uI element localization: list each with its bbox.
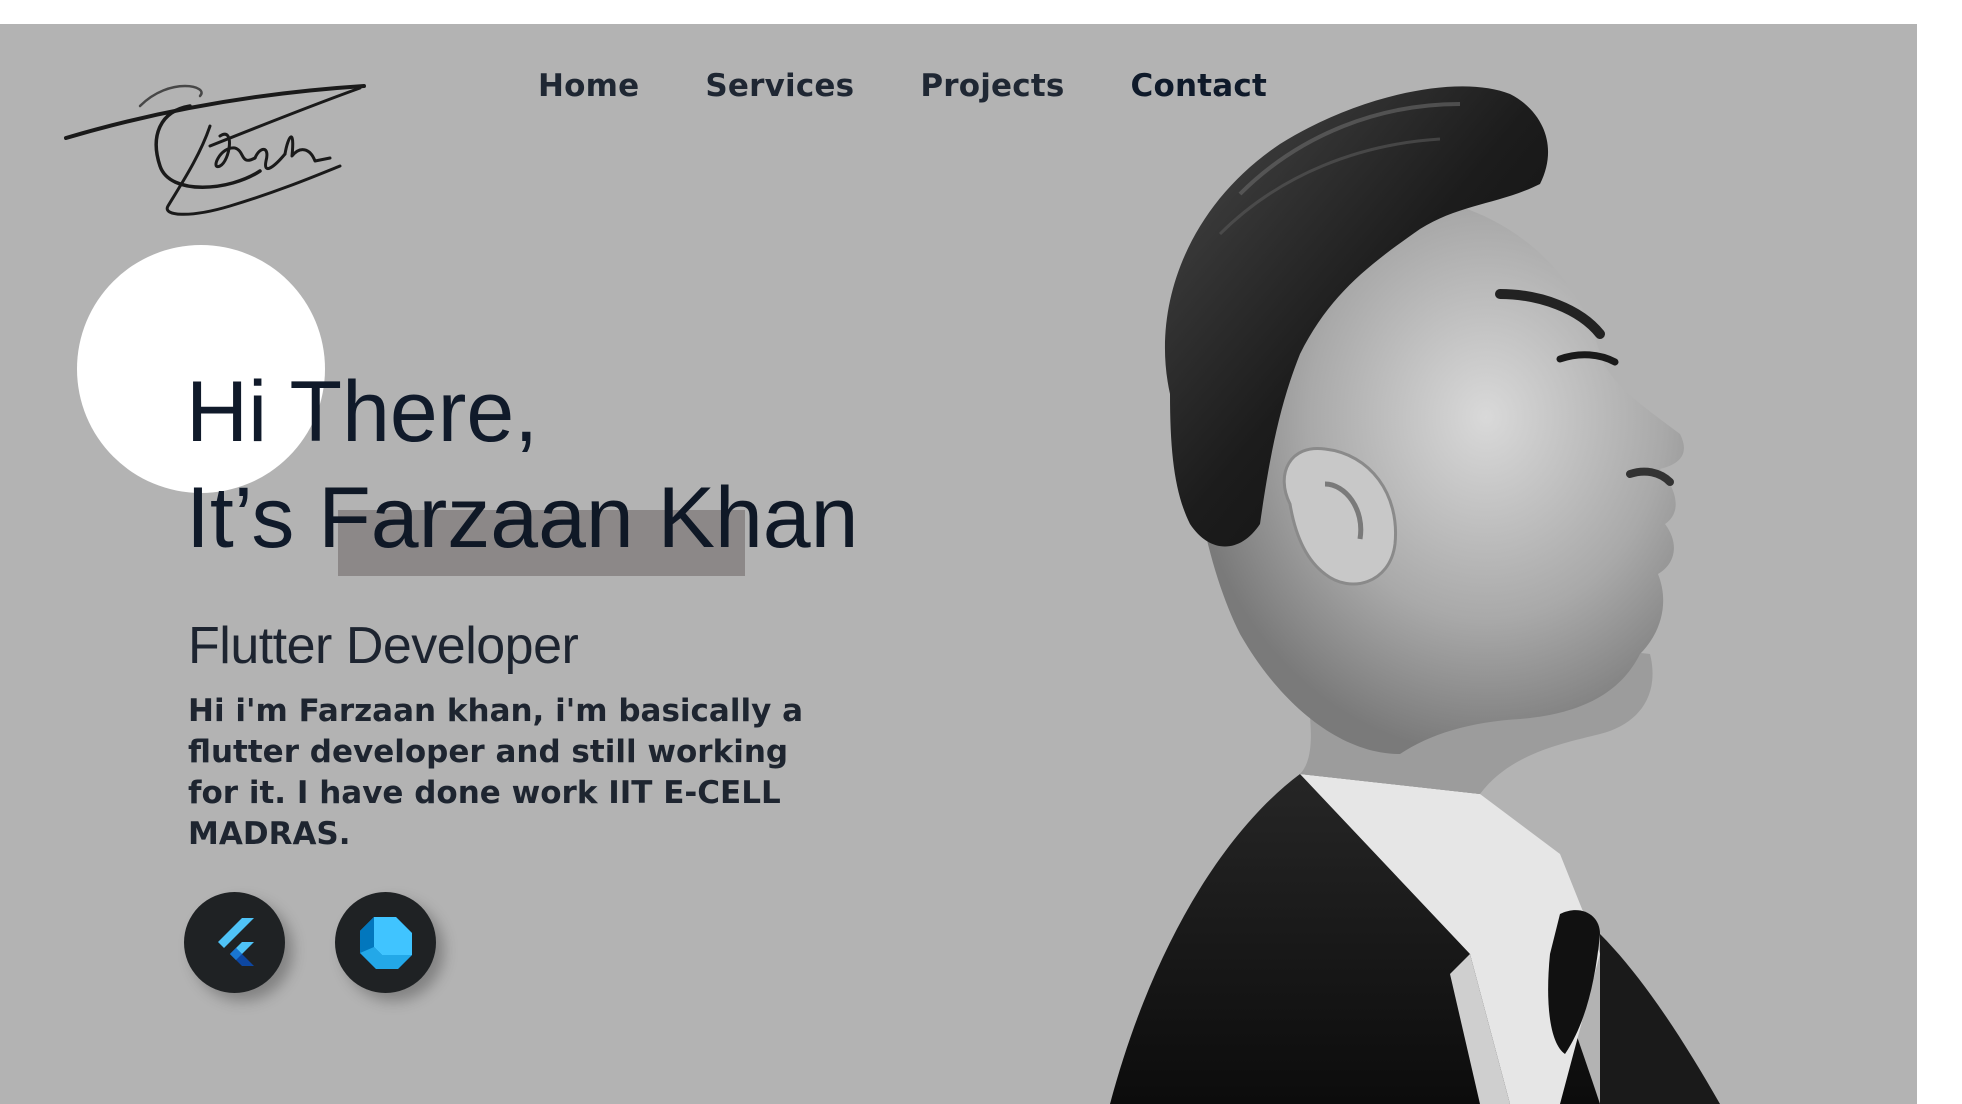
bio-text: Hi i'm Farzaan khan, i'm basically a flu… bbox=[188, 693, 803, 852]
role-title: Flutter Developer bbox=[188, 617, 579, 675]
flutter-badge[interactable] bbox=[184, 892, 285, 993]
developer-name: Farzaan Khan bbox=[318, 470, 859, 566]
flutter-icon bbox=[217, 917, 254, 966]
nav-services-link[interactable]: Services bbox=[705, 68, 854, 104]
nav-home-link[interactable]: Home bbox=[538, 68, 639, 104]
dart-icon bbox=[359, 916, 412, 969]
profile-portrait-image bbox=[1110, 86, 1720, 1104]
hero-greeting: Hi There, It’s Farzaan Khan bbox=[186, 359, 858, 571]
dart-badge[interactable] bbox=[335, 892, 436, 993]
greeting-line: Hi There, bbox=[186, 364, 539, 460]
hero-page: Home Services Projects Contact Hi There,… bbox=[0, 24, 1917, 1104]
signature-logo[interactable] bbox=[60, 66, 370, 216]
intro-line: It’s Farzaan Khan bbox=[186, 465, 858, 571]
intro-prefix: It’s bbox=[186, 470, 319, 566]
